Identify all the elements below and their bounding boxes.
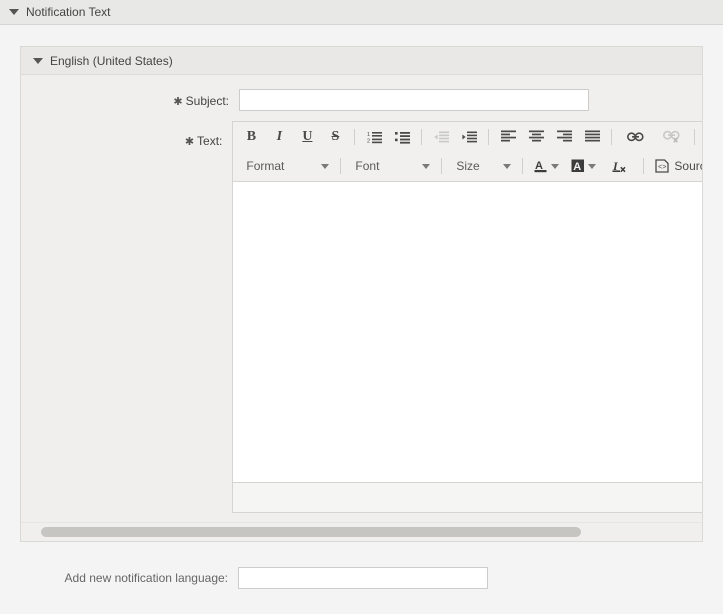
font-dropdown[interactable]: Font — [347, 155, 435, 177]
decrease-indent-icon[interactable] — [429, 125, 453, 148]
bold-icon[interactable]: B — [239, 125, 263, 148]
subject-field-wrap — [239, 89, 702, 111]
add-notification-language-label: Add new notification language: — [64, 571, 228, 585]
toolbar-separator — [694, 128, 696, 145]
toolbar-separator — [522, 158, 524, 174]
toolbar-separator — [488, 128, 490, 145]
size-dropdown[interactable]: Size — [448, 155, 516, 177]
language-panel-content: ✱ Subject: ✱ Text: B I U S 1 2 Format Fo… — [21, 75, 702, 541]
strikethrough-icon[interactable]: S — [323, 125, 347, 148]
add-notification-language-input[interactable] — [238, 567, 488, 589]
page-title: Notification Text — [26, 5, 111, 19]
text-color-button[interactable]: A — [530, 156, 563, 177]
toolbar-separator — [340, 158, 342, 174]
increase-indent-icon[interactable] — [457, 125, 481, 148]
align-left-icon[interactable] — [496, 125, 520, 148]
language-panel-header[interactable]: English (United States) — [21, 47, 702, 75]
editor-content-area[interactable] — [233, 182, 702, 482]
chevron-down-icon — [551, 163, 560, 169]
text-row: ✱ Text: B I U S 1 2 Format Font Size A A… — [21, 121, 702, 513]
align-justify-icon[interactable] — [580, 125, 604, 148]
svg-text:<>: <> — [658, 164, 666, 172]
editor-status-bar — [233, 482, 702, 512]
svg-text:1: 1 — [367, 132, 370, 138]
scrollbar-thumb[interactable] — [41, 527, 581, 537]
chevron-down-icon — [588, 163, 597, 169]
format-dropdown-label: Format — [246, 159, 285, 173]
language-panel: English (United States) ✱ Subject: ✱ Text: — [20, 46, 703, 542]
required-marker-icon: ✱ — [173, 96, 183, 108]
background-color-button[interactable]: A — [567, 156, 600, 177]
font-dropdown-label: Font — [355, 159, 380, 173]
notification-text-widget-header[interactable]: Notification Text — [0, 0, 723, 25]
unlink-icon[interactable] — [655, 125, 687, 148]
required-marker-icon: ✱ — [184, 136, 195, 148]
source-button[interactable]: <> Source — [651, 156, 702, 177]
rich-text-editor-wrap: B I U S 1 2 Format Font Size A A I <> So… — [232, 121, 702, 513]
format-dropdown[interactable]: Format — [238, 155, 334, 177]
caret-down-icon[interactable] — [33, 57, 43, 64]
horizontal-scrollbar[interactable] — [21, 522, 702, 541]
editor-toolbar: B I U S 1 2 Format Font Size A A I <> So… — [233, 122, 702, 182]
italic-icon[interactable]: I — [267, 125, 291, 148]
numbered-list-icon[interactable]: 1 2 — [362, 125, 386, 148]
underline-icon[interactable]: U — [295, 125, 319, 148]
link-icon[interactable] — [619, 125, 651, 148]
align-center-icon[interactable] — [524, 125, 548, 148]
notification-text-widget-body: English (United States) ✱ Subject: ✱ Text: — [0, 25, 723, 589]
subject-label: ✱ Subject: — [21, 89, 239, 110]
scrollbar-track[interactable] — [23, 527, 700, 537]
text-label: ✱ Text: — [21, 121, 232, 150]
chevron-down-icon — [503, 163, 512, 169]
size-dropdown-label: Size — [456, 159, 480, 173]
editor-toolbar-row-2: Format Font Size A A I <> Sour — [233, 151, 702, 181]
remove-format-icon[interactable]: I — [604, 155, 636, 178]
toolbar-separator — [611, 128, 613, 145]
subject-row: ✱ Subject: — [21, 89, 702, 111]
editor-toolbar-row-1: B I U S 1 2 — [233, 122, 702, 151]
bulleted-list-icon[interactable] — [390, 125, 414, 148]
toolbar-separator — [421, 128, 423, 145]
svg-text:A: A — [574, 161, 582, 173]
text-label-text: Text: — [197, 134, 223, 148]
toolbar-separator — [643, 158, 645, 174]
subject-input[interactable] — [239, 89, 589, 111]
add-notification-language-row: Add new notification language: — [20, 567, 703, 589]
rich-text-editor: B I U S 1 2 Format Font Size A A I <> So… — [232, 121, 702, 513]
subject-label-text: Subject: — [185, 94, 229, 108]
language-panel-title: English (United States) — [50, 53, 173, 68]
caret-down-icon[interactable] — [9, 9, 19, 15]
chevron-down-icon — [422, 163, 431, 169]
svg-text:2: 2 — [367, 138, 370, 144]
chevron-down-icon — [321, 163, 330, 169]
toolbar-separator — [441, 158, 443, 174]
align-right-icon[interactable] — [552, 125, 576, 148]
source-button-label: Source — [674, 159, 702, 173]
toolbar-separator — [354, 128, 356, 145]
